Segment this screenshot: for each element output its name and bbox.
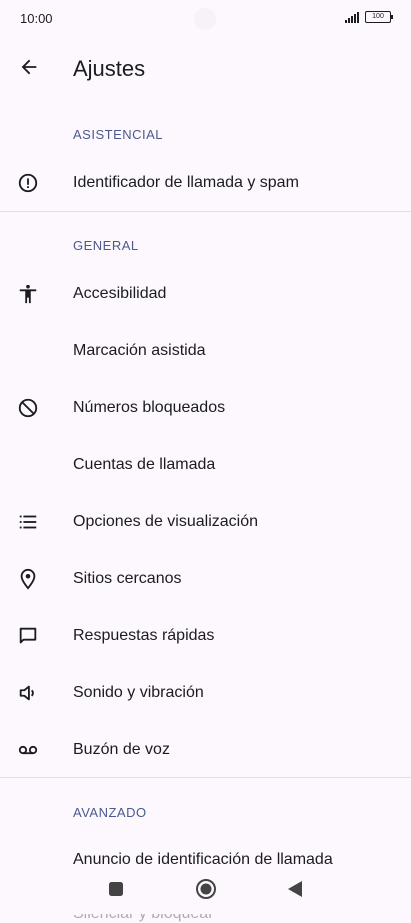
alert-circle-icon [16,171,40,195]
speaker-icon [16,681,40,705]
status-icons: 100 [345,11,393,23]
settings-item-label: Números bloqueados [73,399,226,416]
battery-level: 100 [372,13,384,20]
settings-item-label: Accesibilidad [73,285,167,302]
status-bar: 10:00 100 [0,0,411,40]
system-navigation-bar [0,864,411,914]
back-button[interactable] [14,52,44,82]
back-icon [288,881,302,897]
page-title: Ajustes [73,56,146,81]
back-nav-button[interactable] [282,876,308,902]
settings-item-caller-id-spam[interactable]: Identificador de llamada y spam [0,155,411,211]
home-icon [196,879,216,899]
settings-item-accessibility[interactable]: Accesibilidad [0,266,411,322]
settings-item-label: Identificador de llamada y spam [73,174,299,191]
block-icon [16,396,40,420]
battery-icon: 100 [365,11,393,23]
voicemail-icon [16,738,40,762]
settings-item-label: Marcación asistida [73,342,206,359]
settings-item-voicemail[interactable]: Buzón de voz [0,722,411,778]
settings-item-label: Sonido y vibración [73,684,204,701]
settings-item-call-accounts[interactable]: Cuentas de llamada [0,437,411,493]
accessibility-icon [16,282,40,306]
settings-item-blocked-numbers[interactable]: Números bloqueados [0,380,411,436]
settings-item-label: Opciones de visualización [73,513,258,530]
signal-icon [345,11,359,23]
settings-item-label: Buzón de voz [73,741,170,758]
settings-item-sound-vibration[interactable]: Sonido y vibración [0,665,411,721]
settings-item-label: Respuestas rápidas [73,627,215,644]
arrow-back-icon [21,59,37,75]
section-header-avanzado: AVANZADO [73,805,147,820]
list-icon [16,510,40,534]
home-button[interactable] [193,876,219,902]
status-time: 10:00 [20,11,53,26]
settings-item-label: Sitios cercanos [73,570,182,587]
recents-button[interactable] [103,876,129,902]
recents-icon [109,882,123,896]
section-header-general: GENERAL [73,238,139,253]
settings-item-display-options[interactable]: Opciones de visualización [0,494,411,550]
chat-bubble-icon [16,624,40,648]
section-header-asistencial: ASISTENCIAL [73,127,164,142]
settings-item-quick-responses[interactable]: Respuestas rápidas [0,608,411,664]
settings-item-assisted-dialing[interactable]: Marcación asistida [0,323,411,379]
app-bar: Ajustes [0,40,411,96]
settings-item-label: Cuentas de llamada [73,456,216,473]
front-camera [194,8,216,30]
divider [0,211,411,212]
location-pin-icon [16,567,40,591]
settings-item-nearby-places[interactable]: Sitios cercanos [0,551,411,607]
divider [0,777,411,778]
